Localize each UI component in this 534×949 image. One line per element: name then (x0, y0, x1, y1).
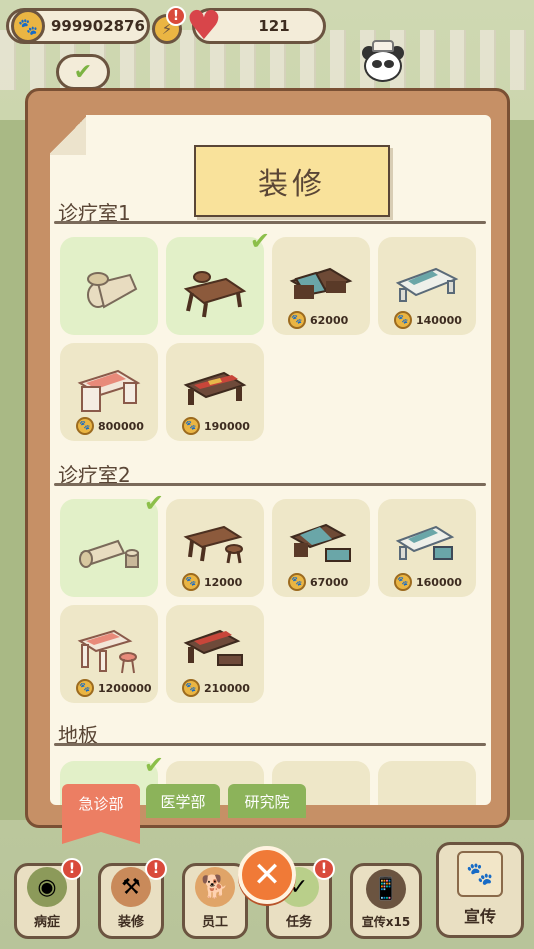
paw-coin-icon: 🐾 (182, 573, 200, 591)
nav-label: 病症 (33, 915, 60, 930)
item-price: 🐾 800000 (76, 417, 144, 435)
heart-icon: ♥ (186, 3, 222, 49)
decorate-modal: 诊疗室1 ✔ 🐾 62000 🐾 140000 🐾 800000 🐾 19000… (25, 88, 510, 828)
coin-value: 999902876 (51, 17, 145, 35)
striped-bench-stool-icon (395, 525, 455, 560)
paw-coin-icon: 🐾 (182, 417, 200, 435)
wood-table-icon (183, 271, 247, 318)
item-card[interactable]: 🐾 210000 (166, 605, 264, 703)
nav-illness-button[interactable]: ◉ 病症 ! (14, 858, 83, 939)
item-card[interactable]: ✔ (166, 227, 270, 335)
log-stool-icon (79, 539, 139, 568)
nav-label: 员工 (201, 915, 228, 930)
item-price: 🐾 1200000 (76, 679, 152, 697)
tab-research[interactable]: 研究院 (228, 784, 306, 818)
modal-title-card: 装修 (194, 145, 390, 217)
paw-coin-icon: 🐾 (182, 679, 200, 697)
nav-label: 任务 (285, 915, 312, 930)
nav-label: 宣传x15 (361, 915, 411, 929)
page-corner-fold (50, 115, 86, 155)
item-card[interactable]: 🐾 67000 (272, 499, 370, 597)
alert-badge: ! (61, 858, 83, 880)
alert-badge: ! (313, 858, 335, 880)
modal-content: 诊疗室1 ✔ 🐾 62000 🐾 140000 🐾 800000 🐾 19000… (50, 115, 491, 805)
tab-label: 急诊部 (78, 794, 124, 813)
pink-desk-stool-icon (77, 629, 137, 674)
nav-label: 装修 (117, 915, 144, 930)
paw-coin-icon: 🐾 (288, 573, 306, 591)
blue-cloth-table-icon (289, 267, 353, 299)
item-card[interactable]: 🐾 1200000 (60, 605, 158, 703)
red-runner-table-icon (183, 371, 247, 405)
item-card[interactable] (60, 237, 158, 335)
heart-value: 121 (258, 17, 290, 35)
item-card[interactable]: 🐾 62000 (272, 237, 370, 335)
equipped-check-icon: ✔ (249, 227, 270, 255)
check-bubble-icon[interactable]: ✔ (56, 54, 110, 90)
nav-label: 宣传 (463, 907, 496, 926)
section-divider (54, 743, 486, 746)
tab-label: 研究院 (244, 792, 290, 811)
pink-desk-icon (77, 369, 141, 412)
equipped-check-icon: ✔ (143, 751, 164, 779)
paw-coin-icon: 🐾 (76, 417, 94, 435)
shiba-dog-icon: 🐕 (195, 867, 235, 907)
panda-doctor-icon[interactable] (360, 40, 406, 92)
log-bench-icon (87, 272, 138, 309)
alert-badge: ! (166, 6, 186, 26)
equipped-check-icon: ✔ (143, 489, 164, 517)
top-bar: 🐾 999902876 ⚡ ! 121 ♥ (6, 6, 326, 46)
paw-coin-icon: 🐾 (394, 573, 412, 591)
item-card[interactable]: 🐾 190000 (166, 343, 264, 441)
tab-label: 医学部 (160, 792, 206, 811)
section-divider (54, 483, 486, 486)
item-price: 🐾 140000 (394, 311, 462, 329)
close-icon[interactable]: ✕ (238, 846, 296, 904)
tab-medical[interactable]: 医学部 (146, 784, 220, 818)
paw-coin-icon: 🐾 (76, 679, 94, 697)
item-card[interactable]: 🐾 140000 (378, 237, 476, 335)
item-card[interactable]: 🐾 800000 (60, 343, 158, 441)
scroll-paw-icon: 🐾 (457, 851, 503, 897)
wood-table-stool-icon (183, 525, 243, 564)
item-card[interactable]: 🐾 160000 (378, 499, 476, 597)
item-price: 🐾 210000 (182, 679, 250, 697)
alert-badge: ! (145, 858, 167, 880)
item-price: 🐾 190000 (182, 417, 250, 435)
striped-bench-icon (395, 267, 459, 302)
modal-title: 装修 (258, 167, 326, 202)
item-card[interactable]: 🐾 12000 (166, 499, 264, 597)
item-card[interactable] (378, 761, 476, 805)
blue-cloth-table-set-icon (289, 523, 351, 562)
item-card[interactable]: ✔ (60, 489, 164, 597)
promo-button[interactable]: 🐾 宣传 (436, 842, 524, 938)
item-price: 🐾 12000 (182, 573, 242, 591)
nav-decorate-button[interactable]: ⚒ 装修 ! (98, 858, 167, 939)
item-price: 🐾 67000 (288, 573, 348, 591)
nav-promo-x15-button[interactable]: 📱 宣传x15 (350, 863, 422, 939)
coin-counter[interactable]: 🐾 999902876 (6, 8, 150, 44)
paw-coin-icon: 🐾 (11, 9, 45, 43)
paw-coin-icon: 🐾 (288, 311, 306, 329)
item-scroll-area[interactable]: 诊疗室1 ✔ 🐾 62000 🐾 140000 🐾 800000 🐾 19000… (50, 115, 491, 805)
section-divider (54, 221, 486, 224)
phone-paw-icon: 📱 (366, 869, 406, 909)
paw-coin-icon: 🐾 (394, 311, 412, 329)
item-price: 🐾 62000 (288, 311, 348, 329)
item-price: 🐾 160000 (394, 573, 462, 591)
red-runner-table-set-icon (183, 629, 243, 666)
